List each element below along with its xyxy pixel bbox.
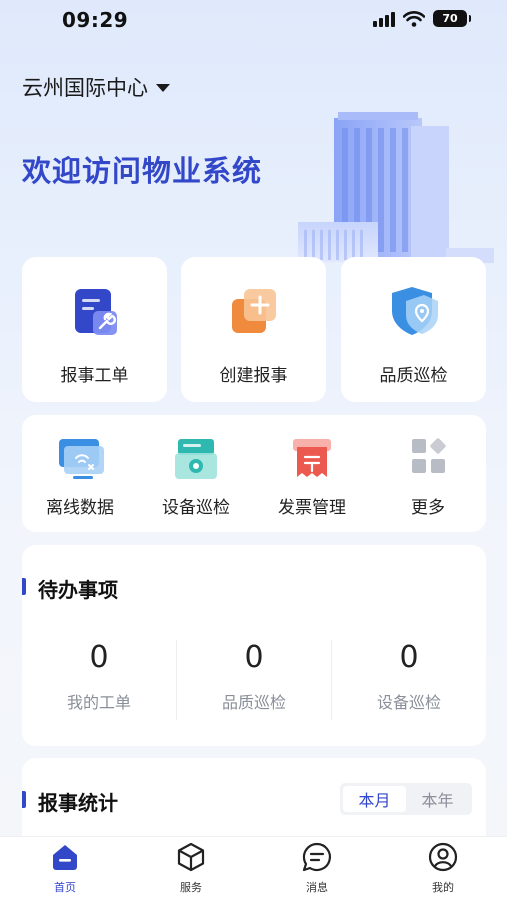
caret-down-icon <box>156 84 170 92</box>
section-accent-bar <box>22 791 26 808</box>
tool-offline-data[interactable]: 离线数据 <box>22 415 138 532</box>
quick-action-create-report[interactable]: 创建报事 <box>181 257 326 402</box>
building-illustration <box>298 112 494 263</box>
stat-label: 设备巡检 <box>376 693 441 712</box>
todo-title: 待办事项 <box>38 578 118 602</box>
profile-icon <box>428 842 458 872</box>
more-grid-icon <box>412 438 446 473</box>
tab-label: 服务 <box>180 881 202 894</box>
create-report-icon <box>231 289 276 333</box>
status-time: 09:29 <box>62 8 129 32</box>
tools-panel: 离线数据 设备巡检 发票管理 更多 <box>22 415 486 532</box>
section-accent-bar <box>22 578 26 595</box>
message-icon <box>302 842 332 872</box>
tab-messages[interactable]: 消息 <box>277 841 357 895</box>
status-bar: 09:29 70 <box>0 0 507 40</box>
quick-action-quality-inspection[interactable]: 品质巡检 <box>341 257 486 402</box>
service-cube-icon <box>177 842 205 872</box>
location-selector[interactable]: 云州国际中心 <box>22 72 170 102</box>
quick-action-label: 报事工单 <box>60 366 129 386</box>
tab-service[interactable]: 服务 <box>151 841 231 895</box>
stat-label: 我的工单 <box>66 693 131 712</box>
todo-stat-device-inspection[interactable]: 0 设备巡检 <box>332 640 486 713</box>
tab-home[interactable]: 首页 <box>25 841 105 895</box>
tool-label: 发票管理 <box>278 498 346 518</box>
offline-data-icon <box>59 439 104 479</box>
tool-device-inspection[interactable]: 设备巡检 <box>138 415 254 532</box>
tool-label: 设备巡检 <box>162 498 230 518</box>
todo-stat-quality-inspection[interactable]: 0 品质巡检 <box>177 640 331 713</box>
period-segmented-control: 本月 本年 <box>340 783 472 815</box>
welcome-title: 欢迎访问物业系统 <box>22 154 263 188</box>
tab-label: 首页 <box>54 881 76 894</box>
quick-action-label: 创建报事 <box>219 366 288 386</box>
wifi-icon <box>403 10 425 27</box>
home-icon <box>53 845 77 870</box>
bottom-tab-bar: 首页 服务 消息 我的 <box>0 836 507 900</box>
stat-value: 0 <box>244 640 264 675</box>
report-stats-title: 报事统计 <box>38 791 118 815</box>
quick-action-label: 品质巡检 <box>379 366 448 386</box>
battery-icon: 70 <box>433 10 471 27</box>
work-order-icon <box>74 289 117 335</box>
cellular-signal-icon <box>373 11 395 27</box>
tool-label: 更多 <box>411 498 445 518</box>
location-name: 云州国际中心 <box>22 76 148 100</box>
period-year-button[interactable]: 本年 <box>406 786 469 812</box>
period-month-button[interactable]: 本月 <box>343 786 406 812</box>
quality-inspection-icon <box>391 287 438 335</box>
battery-level: 70 <box>442 12 458 25</box>
device-inspection-icon <box>175 439 217 479</box>
stat-value: 0 <box>399 640 419 675</box>
tool-invoice[interactable]: 发票管理 <box>254 415 370 532</box>
tool-label: 离线数据 <box>46 498 114 518</box>
quick-action-work-order[interactable]: 报事工单 <box>22 257 167 402</box>
invoice-icon <box>293 439 331 477</box>
tool-more[interactable]: 更多 <box>370 415 486 532</box>
tab-profile[interactable]: 我的 <box>403 841 483 895</box>
todo-stat-my-orders[interactable]: 0 我的工单 <box>22 640 176 713</box>
tab-label: 消息 <box>306 881 328 894</box>
todo-panel: 待办事项 0 我的工单 0 品质巡检 0 设备巡检 <box>22 545 486 746</box>
tab-label: 我的 <box>432 881 454 894</box>
stat-label: 品质巡检 <box>221 693 286 712</box>
stat-value: 0 <box>89 640 109 675</box>
